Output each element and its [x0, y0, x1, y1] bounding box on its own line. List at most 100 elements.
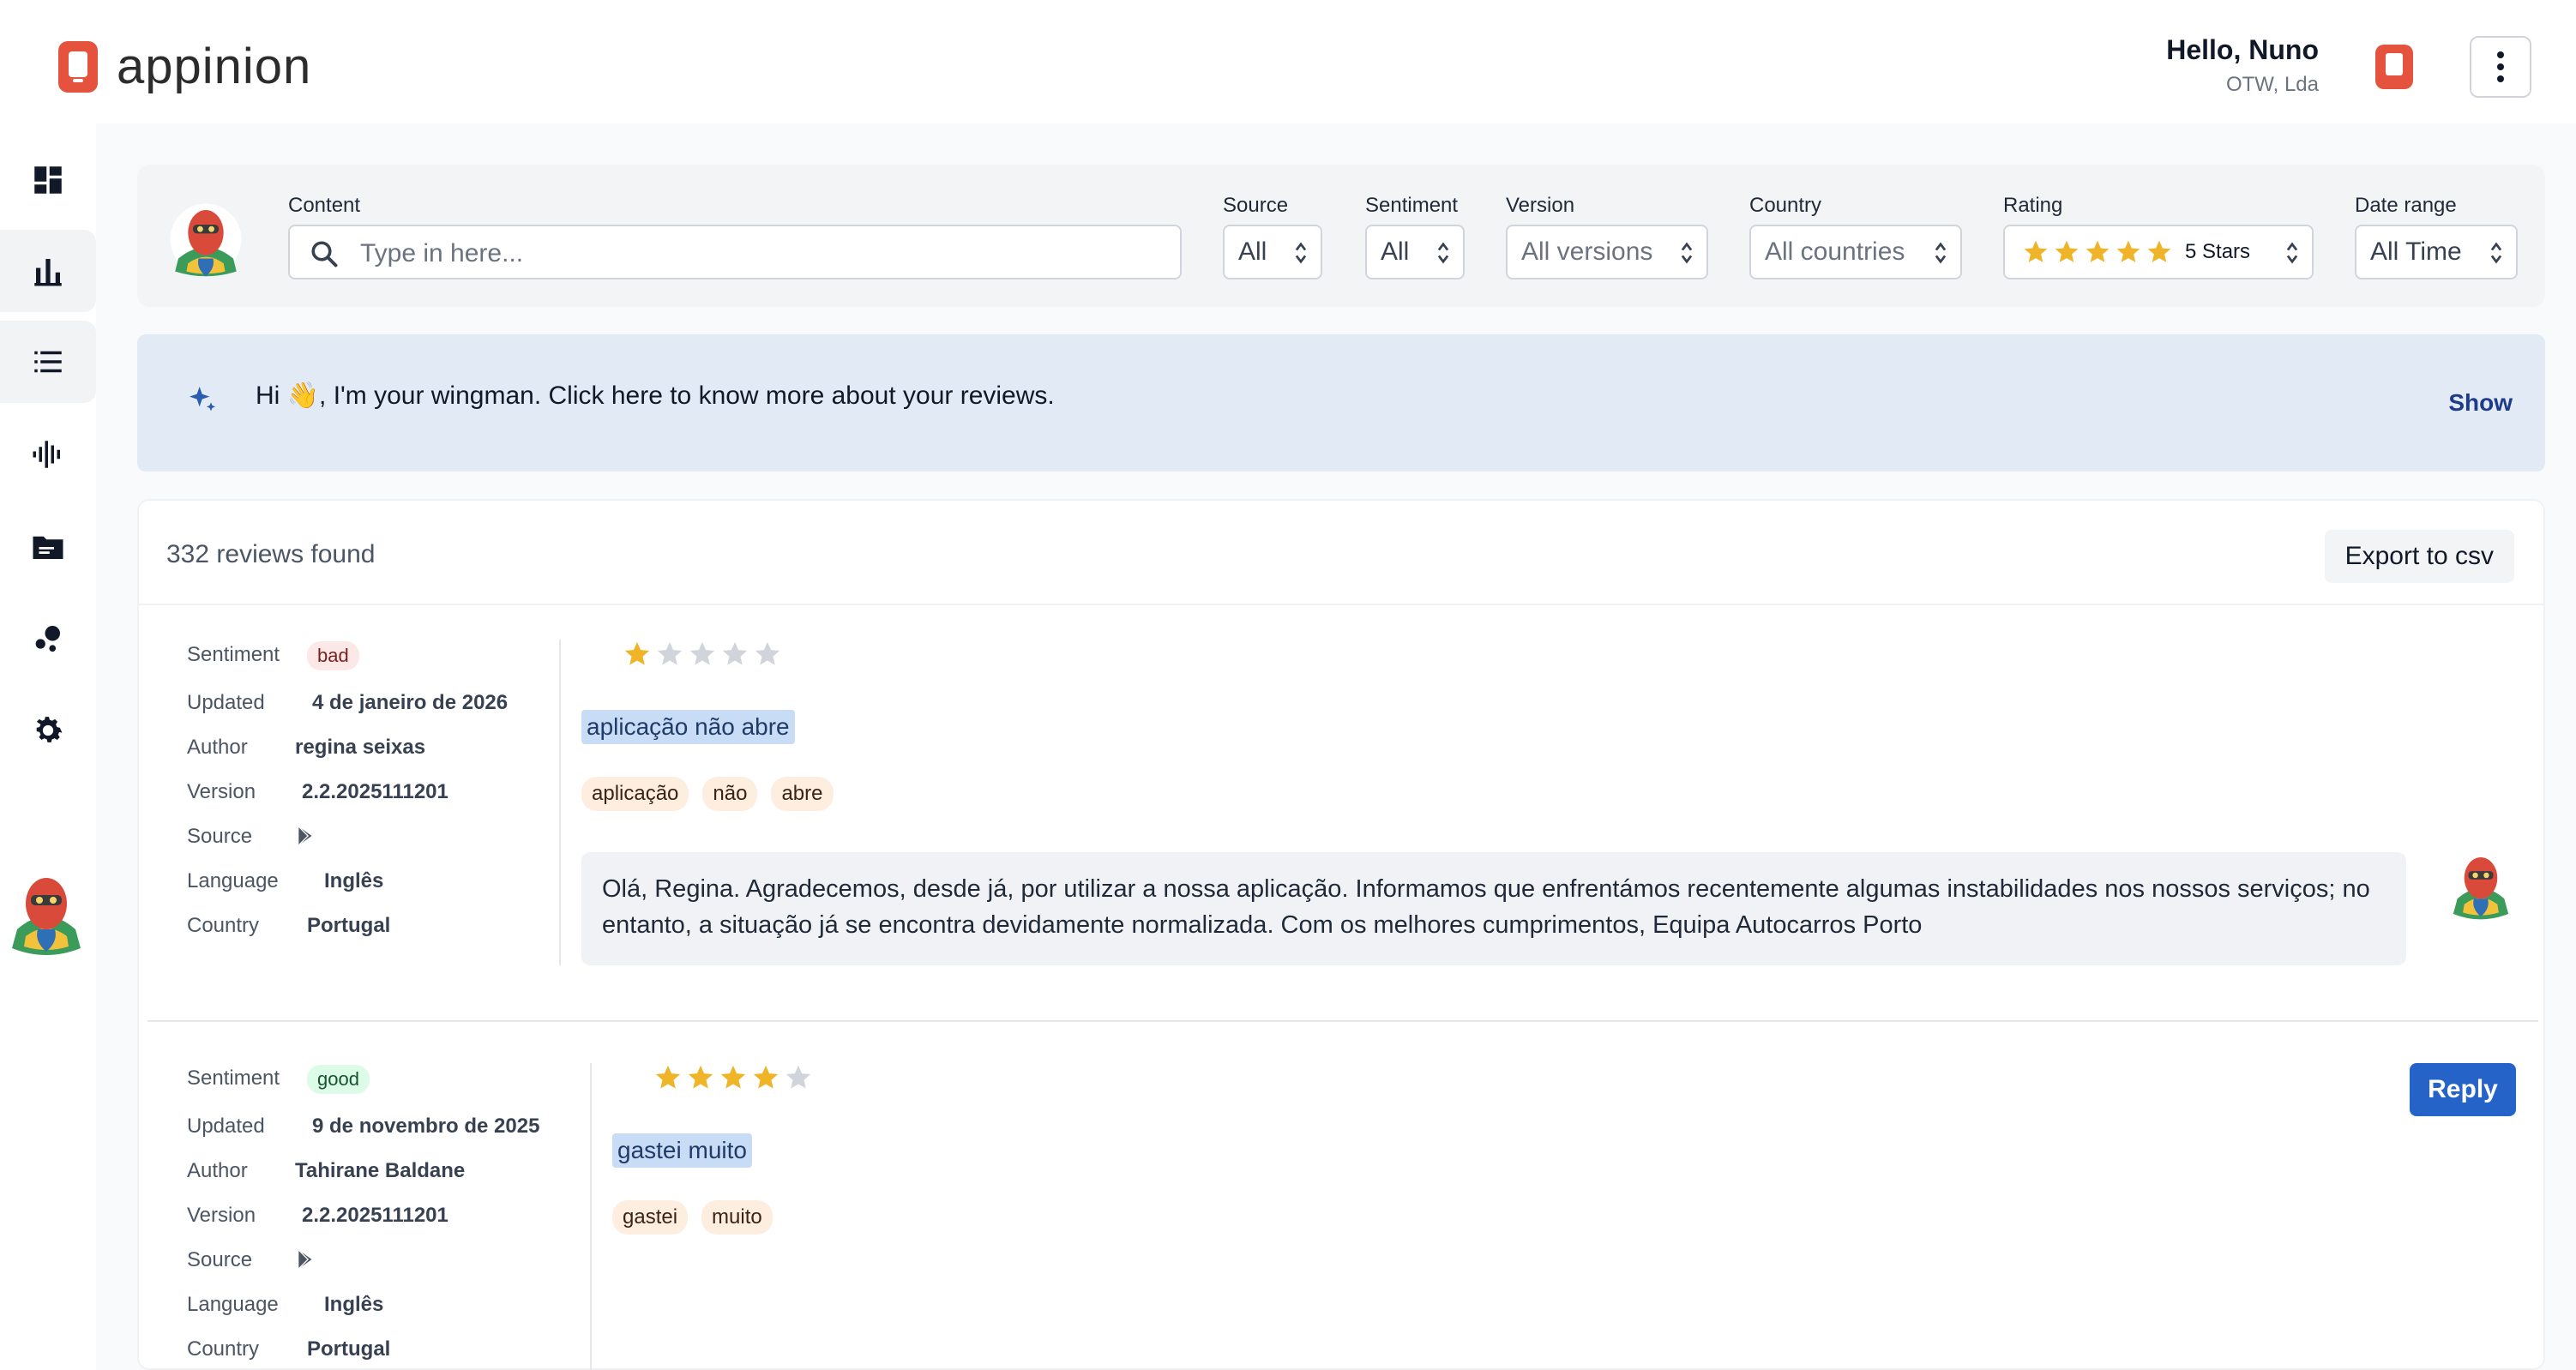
rating-select-value: 5 Stars [2185, 240, 2251, 263]
sort-chevrons-icon [1935, 242, 1947, 264]
meta-label-version: Version [187, 780, 256, 803]
sidebar-item-dashboard[interactable] [0, 139, 96, 221]
review-separator [147, 1020, 2538, 1022]
list-icon [34, 351, 62, 373]
tag-chip[interactable]: gastei [612, 1200, 689, 1235]
meta-label-author: Author [187, 1159, 248, 1182]
more-menu-button[interactable] [2470, 36, 2531, 98]
star-filled-icon [688, 1065, 713, 1089]
wingman-message: Hi 👋, I'm your wingman. Click here to kn… [256, 382, 1055, 410]
tag-chip[interactable]: aplicação [581, 777, 689, 811]
app-avatar [170, 203, 242, 277]
meta-label-language: Language [187, 1293, 279, 1316]
country-select[interactable]: All countries [1749, 225, 1962, 279]
export-csv-button[interactable]: Export to csv [2324, 530, 2514, 583]
reviews-count: 332 reviews found [166, 540, 376, 568]
sentiment-filter-label: Sentiment [1365, 194, 1459, 217]
version-select-value: All versions [1521, 237, 1653, 266]
rating-select[interactable]: 5 Stars [2003, 225, 2314, 279]
version-select[interactable]: All versions [1506, 225, 1708, 279]
meta-label-language: Language [187, 869, 279, 892]
meta-label-version: Version [187, 1204, 256, 1227]
meta-version-value: 2.2.2025111201 [302, 1204, 448, 1227]
meta-label-source: Source [187, 1248, 253, 1271]
review-tags: gastei muito [612, 1200, 773, 1235]
meta-label-author: Author [187, 736, 248, 759]
sort-chevrons-icon [2490, 242, 2502, 264]
meta-label-country: Country [187, 1337, 260, 1361]
meta-label-sentiment: Sentiment [187, 1067, 280, 1090]
rating-stars [2022, 238, 2173, 266]
tag-chip[interactable]: abre [771, 777, 834, 811]
gear-icon [36, 717, 63, 742]
sidebar-item-reviews[interactable] [0, 321, 96, 403]
star-filled-icon [720, 1065, 746, 1089]
star-empty-icon [722, 641, 748, 665]
meta-label-updated: Updated [187, 1115, 265, 1138]
star-empty-icon [689, 641, 715, 665]
sidebar-item-folders[interactable] [0, 506, 96, 588]
star-filled-icon [2085, 240, 2110, 262]
sentiment-badge: bad [307, 641, 359, 670]
user-greeting: Hello, Nuno OTW, Lda [2166, 34, 2319, 97]
user-avatar[interactable] [9, 869, 84, 957]
review-rating-stars [623, 640, 782, 669]
greeting-text: Hello, Nuno [2166, 34, 2319, 65]
meta-version-value: 2.2.2025111201 [302, 780, 448, 803]
wingman-show-button[interactable]: Show [2448, 389, 2513, 417]
wingman-banner[interactable]: Hi 👋, I'm your wingman. Click here to kn… [137, 334, 2545, 472]
app-logo[interactable]: appinion [58, 38, 311, 95]
date-range-filter-label: Date range [2355, 194, 2457, 217]
bar-chart-icon [34, 259, 62, 286]
star-filled-icon [655, 1065, 681, 1089]
kebab-icon [2497, 49, 2504, 85]
developer-reply: Olá, Regina. Agradecemos, desde já, por … [581, 852, 2406, 965]
source-select-value: All [1238, 237, 1267, 266]
review-title: aplicação não abre [581, 710, 795, 744]
star-filled-icon [753, 1065, 779, 1089]
meta-label-source: Source [187, 825, 253, 848]
country-filter-label: Country [1749, 194, 1822, 217]
star-filled-icon [2147, 240, 2171, 262]
rating-filter-label: Rating [2003, 194, 2063, 217]
replier-avatar [2453, 857, 2509, 920]
meta-label-sentiment: Sentiment [187, 643, 280, 666]
content-search-input[interactable]: Type in here... [288, 225, 1182, 279]
sidebar-item-analytics[interactable] [0, 230, 96, 312]
tag-chip[interactable]: não [702, 777, 758, 811]
content-filter-label: Content [288, 194, 361, 217]
meta-author-value: regina seixas [295, 736, 426, 759]
date-range-select-value: All Time [2370, 237, 2462, 266]
source-select[interactable]: All [1223, 225, 1322, 279]
app-switcher-icon[interactable] [2375, 45, 2413, 89]
sort-chevrons-icon [1681, 242, 1693, 264]
meta-author-value: Tahirane Baldane [295, 1159, 466, 1182]
star-filled-icon [2116, 240, 2140, 262]
sort-chevrons-icon [1295, 242, 1307, 264]
star-filled-icon [2024, 240, 2048, 262]
review-tags: aplicação não abre [581, 777, 834, 811]
sidebar-item-settings[interactable] [0, 689, 96, 772]
meta-country-value: Portugal [307, 914, 391, 937]
star-filled-icon [2055, 240, 2079, 262]
google-play-icon [298, 1249, 312, 1270]
sentiment-select[interactable]: All [1365, 225, 1465, 279]
date-range-select[interactable]: All Time [2355, 225, 2518, 279]
tag-chip[interactable]: muito [701, 1200, 773, 1235]
sentiment-badge: good [307, 1065, 370, 1094]
top-bar: appinion Hello, Nuno OTW, Lda [0, 0, 2576, 123]
star-filled-icon [624, 641, 650, 665]
sidebar [0, 123, 96, 1370]
organization-name: OTW, Lda [2225, 73, 2319, 96]
star-empty-icon [785, 1065, 811, 1089]
folder-icon [33, 536, 63, 559]
divider [559, 640, 561, 965]
sidebar-item-insights[interactable] [0, 413, 96, 496]
review-rating-stars [653, 1063, 813, 1092]
sidebar-item-clusters[interactable] [0, 597, 96, 679]
meta-language-value: Inglês [324, 869, 384, 892]
sort-chevrons-icon [1437, 242, 1449, 264]
meta-label-country: Country [187, 914, 260, 937]
reply-button[interactable]: Reply [2410, 1063, 2516, 1116]
search-icon [311, 241, 338, 267]
